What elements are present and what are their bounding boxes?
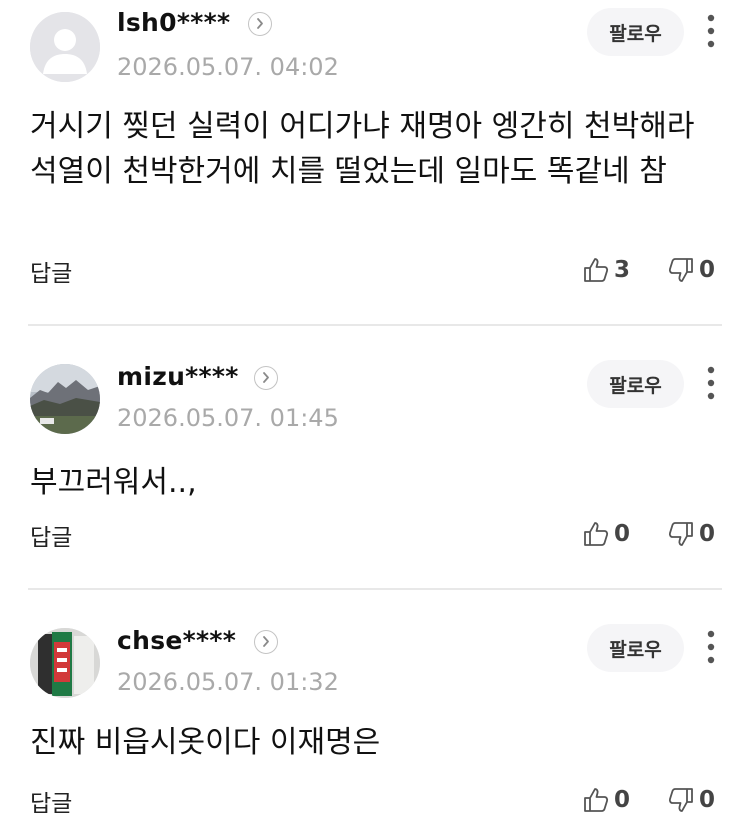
chevron-right-icon[interactable]: [254, 366, 278, 390]
dislike-button[interactable]: 0: [667, 520, 715, 548]
chevron-right-icon[interactable]: [248, 12, 272, 36]
like-button[interactable]: 0: [582, 520, 630, 548]
timestamp: 2026.05.07. 01:32: [117, 668, 339, 696]
thumbs-up-icon: [584, 522, 609, 546]
follow-button[interactable]: 팔로우: [587, 624, 684, 672]
reply-button[interactable]: 답글: [30, 784, 72, 818]
like-count: 0: [614, 521, 631, 547]
thumbs-down-icon: [668, 522, 693, 546]
thumbs-up-icon: [584, 258, 609, 282]
thumbs-down-icon: [668, 258, 693, 282]
timestamp: 2026.05.07. 01:45: [117, 404, 339, 432]
dislike-count: 0: [699, 787, 716, 813]
username[interactable]: lsh0****: [117, 8, 230, 37]
divider: [28, 588, 722, 590]
more-options-icon[interactable]: [699, 366, 723, 400]
product-photo: [30, 628, 100, 698]
divider: [28, 324, 722, 326]
thumbs-down-icon: [668, 788, 693, 812]
avatar[interactable]: [30, 364, 100, 434]
like-count: 3: [614, 257, 631, 283]
follow-button[interactable]: 팔로우: [587, 360, 684, 408]
dislike-button[interactable]: 0: [667, 256, 715, 284]
username[interactable]: chse****: [117, 626, 236, 655]
like-count: 0: [614, 787, 631, 813]
like-button[interactable]: 0: [582, 786, 630, 814]
thumbs-up-icon: [584, 788, 609, 812]
reply-button[interactable]: 답글: [30, 254, 72, 288]
dislike-count: 0: [699, 521, 716, 547]
like-button[interactable]: 3: [582, 256, 630, 284]
default-person-icon: [30, 12, 100, 82]
comment-text: 부끄러워서..,: [30, 465, 197, 500]
reply-button[interactable]: 답글: [30, 518, 72, 552]
mountain-photo: [30, 364, 100, 434]
dislike-count: 0: [699, 257, 716, 283]
avatar[interactable]: [30, 628, 100, 698]
comment-text: 진짜 비읍시옷이다 이재명은: [30, 725, 381, 760]
more-options-icon[interactable]: [699, 14, 723, 48]
timestamp: 2026.05.07. 04:02: [117, 53, 339, 81]
username[interactable]: mizu****: [117, 362, 239, 391]
avatar[interactable]: [30, 12, 100, 82]
comment-text: 거시기 찢던 실력이 어디가냐 재명아 엥간히 천박해라 석열이 천박한거에 치…: [30, 109, 695, 189]
chevron-right-icon[interactable]: [254, 630, 278, 654]
dislike-button[interactable]: 0: [667, 786, 715, 814]
follow-button[interactable]: 팔로우: [587, 8, 684, 56]
more-options-icon[interactable]: [699, 630, 723, 664]
